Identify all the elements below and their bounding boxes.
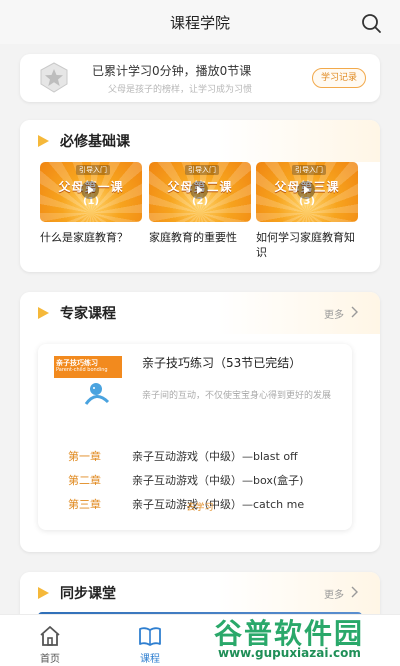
home-icon [40, 626, 60, 646]
course-item[interactable]: 引导入门 父母第三课 (3) 如何学习家庭教育知识 [256, 162, 358, 260]
more-link[interactable]: 更多 [324, 586, 344, 601]
study-stats-card: 已累计学习0分钟，播放0节课 父母是孩子的榜样，让学习成为习惯 学习记录 [20, 54, 380, 102]
nav-label: 课程 [140, 654, 160, 665]
chapter-label: 第一章 [68, 450, 101, 463]
book-icon [139, 627, 161, 646]
thumb-tag: 引导入门 [292, 165, 326, 175]
study-summary: 已累计学习0分钟，播放0节课 [92, 64, 252, 78]
more-link[interactable]: 更多 [324, 306, 344, 321]
study-record-button[interactable]: 学习记录 [311, 68, 366, 88]
watermark-url: www.gupuxiazai.com [218, 646, 361, 660]
expert-courses-card: 专家课程 更多 亲子技巧练习 Parent-child bonding 亲子技巧… [20, 292, 380, 552]
cover-subtitle: Parent-child bonding [56, 367, 108, 373]
course-thumbnail[interactable]: 引导入门 父母第三课 (3) [256, 162, 358, 222]
course-name[interactable]: 如何学习家庭教育知识 [256, 230, 358, 260]
course-item[interactable]: 引导入门 父母第一课 (1) 什么是家庭教育？ [40, 162, 142, 245]
play-bullet-icon [38, 135, 49, 147]
thumb-tag: 引导入门 [76, 165, 110, 175]
chevron-right-icon[interactable] [350, 306, 358, 318]
course-item[interactable]: 引导入门 父母第二课 (2) 家庭教育的重要性 [149, 162, 251, 245]
page-title: 课程学院 [169, 14, 230, 32]
app-header: 课程学院 [0, 0, 400, 44]
chevron-right-icon[interactable] [350, 586, 358, 598]
course-title[interactable]: 亲子技巧练习（53节已完结） [142, 354, 301, 371]
lesson-title: 亲子互动游戏（中级）—blast off [132, 450, 298, 463]
section-title: 必修基础课 [60, 134, 130, 150]
site-watermark: 谷普软件园 www.gupuxiazai.com [214, 606, 400, 666]
course-cover[interactable]: 亲子技巧练习 Parent-child bonding [54, 356, 122, 408]
course-thumbnail[interactable]: 引导入门 父母第一课 (1) [40, 162, 142, 222]
section-header: 专家课程 更多 [20, 292, 380, 334]
nav-label: 首页 [40, 654, 60, 665]
lesson-title: 亲子互动游戏（中级）—box(盒子) [132, 474, 304, 487]
medal-icon [40, 62, 68, 93]
course-thumbnail[interactable]: 引导入门 父母第二课 (2) [149, 162, 251, 222]
chapter-row[interactable]: 第一章 亲子互动游戏（中级）—blast off [68, 448, 338, 464]
kid-illustration [84, 383, 110, 405]
study-slogan: 父母是孩子的榜样，让学习成为习惯 [108, 85, 253, 95]
play-bullet-icon [38, 307, 49, 319]
go-study-button[interactable]: 去学习 [20, 500, 380, 513]
search-icon[interactable] [360, 12, 382, 34]
nav-item-home[interactable]: 首页 [20, 615, 80, 666]
play-icon[interactable] [296, 180, 316, 200]
section-title: 专家课程 [60, 306, 116, 322]
section-header: 必修基础课 [20, 120, 380, 162]
play-icon[interactable] [80, 180, 100, 200]
play-bullet-icon [38, 587, 49, 599]
nav-item-courses[interactable]: 课程 [120, 615, 180, 666]
play-icon[interactable] [189, 180, 209, 200]
course-name[interactable]: 家庭教育的重要性 [149, 230, 251, 245]
chapter-row[interactable]: 第二章 亲子互动游戏（中级）—box(盒子) [68, 472, 338, 488]
chapter-label: 第二章 [68, 474, 101, 487]
course-description: 亲子间的互动，不仅使宝宝身心得到更好的发展 [142, 391, 332, 401]
course-name[interactable]: 什么是家庭教育？ [40, 230, 142, 245]
required-courses-card: 必修基础课 引导入门 父母第一课 (1) 什么是家庭教育？ 引导入门 父母第二课… [20, 120, 380, 272]
thumb-tag: 引导入门 [185, 165, 219, 175]
section-title: 同步课堂 [60, 586, 116, 602]
